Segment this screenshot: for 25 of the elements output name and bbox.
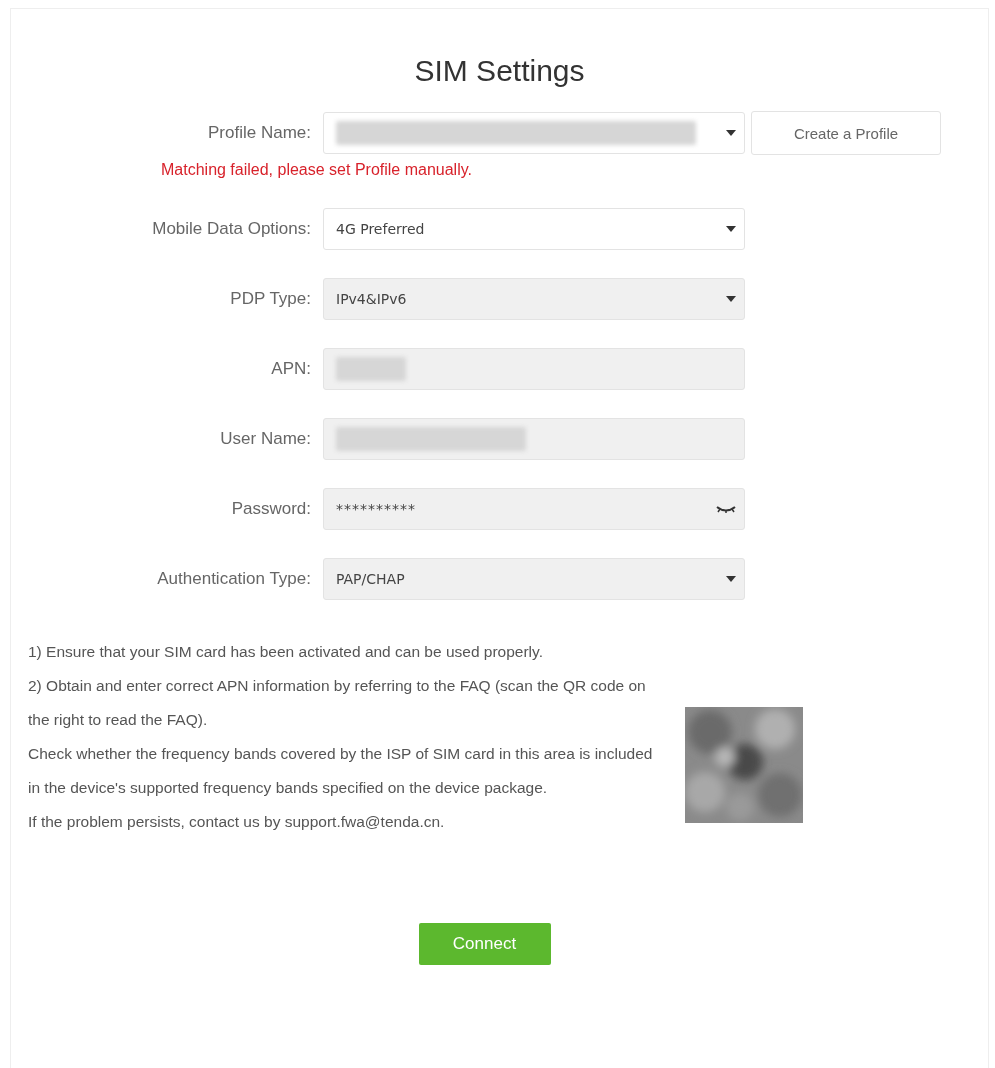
- dropdown-field[interactable]: 4G Preferred: [323, 208, 745, 250]
- note-text: If the problem persists, contact us by support.fwa@tenda.cn.: [28, 812, 446, 832]
- field-label: PDP Type:: [229, 289, 311, 309]
- field-label: Profile Name:: [207, 123, 311, 143]
- note-text: Check whether the frequency bands covered by the ISP of SIM card in this area is included in the device's supported frequency bands specified on the device package.: [28, 744, 654, 798]
- note-text: 2) Obtain and enter correct APN information by referring to the FAQ (scan the QR code on the right to read the FAQ).: [28, 676, 647, 730]
- field-label: APN:: [270, 359, 311, 379]
- dropdown-caret-icon: [726, 576, 736, 582]
- note-text: 1) Ensure that your SIM card has been activated and can be used properly.: [28, 642, 544, 662]
- field-label: Mobile Data Options:: [151, 219, 311, 239]
- dropdown-caret-icon: [726, 226, 736, 232]
- field-value: PAP/CHAP: [336, 571, 405, 587]
- field-label: Authentication Type:: [156, 569, 311, 589]
- error-message: Matching failed, please set Profile manually.: [161, 161, 473, 179]
- dropdown-caret-icon: [726, 296, 736, 302]
- field-value: **********: [336, 501, 416, 517]
- create-profile-button[interactable]: Create a Profile: [751, 111, 941, 155]
- field-label: User Name:: [219, 429, 311, 449]
- field-value: 4G Preferred: [336, 221, 425, 237]
- dropdown-caret-icon: [726, 130, 736, 136]
- closed-eye-icon: [716, 505, 736, 513]
- dropdown-field[interactable]: [323, 112, 745, 154]
- field-label: Password:: [230, 499, 311, 519]
- page-title: SIM Settings: [413, 53, 586, 89]
- field-value: IPv4&IPv6: [336, 291, 407, 307]
